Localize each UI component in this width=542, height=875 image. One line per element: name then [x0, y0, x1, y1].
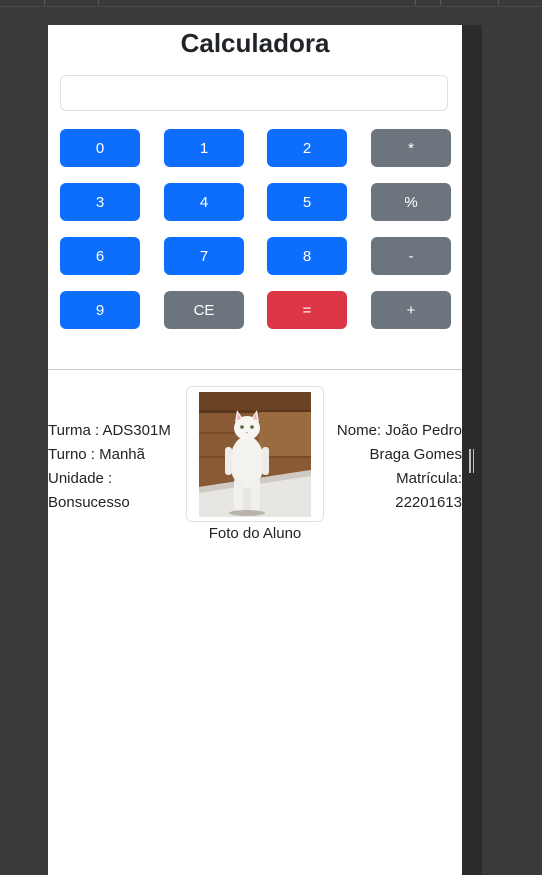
- equals-button[interactable]: =: [267, 291, 347, 329]
- calculator-page: Calculadora 0 1 2 * 3 4 5 % 6 7 8 - 9 CE…: [48, 25, 462, 875]
- nome-value: Braga Gomes: [369, 446, 462, 463]
- add-button[interactable]: +: [371, 291, 451, 329]
- student-info-right: Nome: João Pedro Braga Gomes Matrícula: …: [327, 419, 462, 515]
- student-info-left: Turma : ADS301M Turno : Manhã Unidade : …: [48, 419, 183, 515]
- top-bar-tick: [98, 0, 99, 5]
- devtools-top-bar: [0, 0, 542, 7]
- key-6-button[interactable]: 6: [60, 237, 140, 275]
- student-photo-frame: [186, 386, 324, 522]
- student-photo-cat-icon: [199, 392, 311, 517]
- matricula-label: Matrícula:: [396, 470, 462, 487]
- unidade-value: Bonsucesso: [48, 494, 130, 511]
- resize-handle[interactable]: [469, 449, 475, 473]
- unidade-label: Unidade :: [48, 470, 113, 487]
- key-7-button[interactable]: 7: [164, 237, 244, 275]
- photo-caption: Foto do Aluno: [208, 525, 302, 542]
- matricula-value: 22201613: [395, 494, 462, 511]
- turno-text: Turno : Manhã: [48, 446, 145, 463]
- key-5-button[interactable]: 5: [267, 183, 347, 221]
- key-1-button[interactable]: 1: [164, 129, 244, 167]
- key-0-button[interactable]: 0: [60, 129, 140, 167]
- key-3-button[interactable]: 3: [60, 183, 140, 221]
- top-bar-tick: [415, 0, 416, 5]
- section-divider: [48, 369, 462, 370]
- key-4-button[interactable]: 4: [164, 183, 244, 221]
- page-title: Calculadora: [180, 28, 330, 58]
- nome-label: Nome: João Pedro: [336, 422, 462, 439]
- calculator-display[interactable]: [60, 75, 448, 111]
- key-2-button[interactable]: 2: [267, 129, 347, 167]
- top-bar-tick: [498, 0, 499, 5]
- top-bar-tick: [440, 0, 441, 5]
- turma-text: Turma : ADS301M: [48, 422, 171, 439]
- subtract-button[interactable]: -: [371, 237, 451, 275]
- percent-button[interactable]: %: [371, 183, 451, 221]
- key-9-button[interactable]: 9: [60, 291, 140, 329]
- key-8-button[interactable]: 8: [267, 237, 347, 275]
- multiply-button[interactable]: *: [371, 129, 451, 167]
- clear-entry-button[interactable]: CE: [164, 291, 244, 329]
- top-bar-tick: [44, 0, 45, 5]
